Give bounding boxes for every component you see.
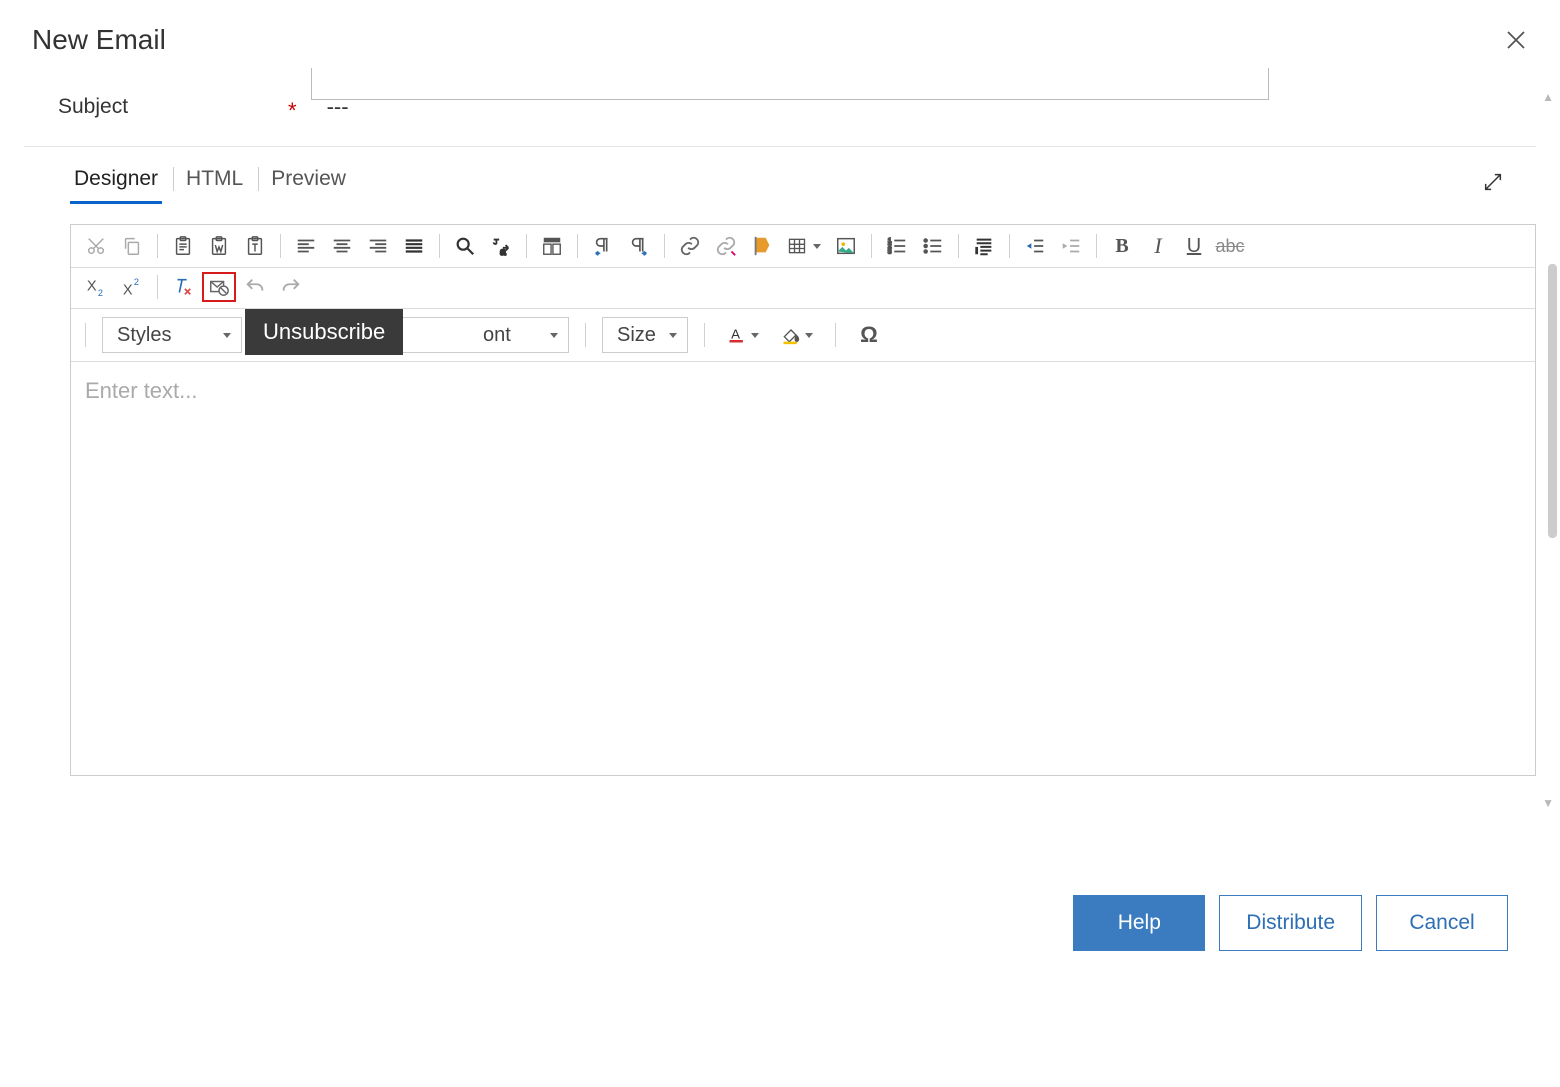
svg-text:X: X xyxy=(123,282,133,298)
underline-icon[interactable]: U xyxy=(1177,231,1211,261)
upper-field-border xyxy=(311,68,1269,100)
bulleted-list-icon[interactable] xyxy=(916,231,950,261)
special-char-icon[interactable]: Ω xyxy=(852,320,886,350)
link-icon[interactable] xyxy=(673,231,707,261)
svg-text:X: X xyxy=(87,279,97,295)
size-label: Size xyxy=(617,324,656,347)
numbered-list-icon[interactable]: 123 xyxy=(880,231,914,261)
styles-dropdown[interactable]: Styles xyxy=(102,317,242,353)
unsubscribe-icon[interactable] xyxy=(202,272,236,302)
rtl-icon[interactable] xyxy=(622,231,656,261)
align-justify-icon[interactable] xyxy=(397,231,431,261)
strikethrough-icon[interactable]: abc xyxy=(1213,231,1247,261)
unsubscribe-tooltip: Unsubscribe xyxy=(245,309,403,355)
cancel-button[interactable]: Cancel xyxy=(1376,895,1508,951)
subject-label: Subject xyxy=(58,95,288,119)
svg-text:3: 3 xyxy=(888,248,892,255)
font-label-fragment: ont xyxy=(483,324,511,347)
replace-icon[interactable]: a xyxy=(484,231,518,261)
blockquote-icon[interactable] xyxy=(967,231,1001,261)
templates-icon[interactable] xyxy=(535,231,569,261)
scroll-down-arrow[interactable]: ▼ xyxy=(1542,796,1554,810)
align-center-icon[interactable] xyxy=(325,231,359,261)
anchor-icon[interactable] xyxy=(745,231,779,261)
copy-icon[interactable] xyxy=(115,231,149,261)
tab-designer[interactable]: Designer xyxy=(70,159,162,204)
bg-color-dropdown[interactable] xyxy=(775,325,819,345)
subscript-icon[interactable]: X2 xyxy=(79,272,113,302)
svg-text:2: 2 xyxy=(98,288,103,298)
paste-word-icon[interactable] xyxy=(202,231,236,261)
editor-frame: a 123 B I U abc X2 X2 xyxy=(70,224,1536,776)
paste-text-icon[interactable] xyxy=(238,231,272,261)
styles-label: Styles xyxy=(117,324,171,347)
size-dropdown[interactable]: Size xyxy=(602,317,688,353)
svg-text:2: 2 xyxy=(134,277,139,287)
scroll-up-arrow[interactable]: ▲ xyxy=(1542,90,1554,104)
table-dropdown[interactable] xyxy=(781,236,827,256)
text-color-dropdown[interactable]: A xyxy=(721,325,765,345)
page-title: New Email xyxy=(32,24,166,56)
indent-icon[interactable] xyxy=(1018,231,1052,261)
paste-icon[interactable] xyxy=(166,231,200,261)
undo-icon[interactable] xyxy=(238,272,272,302)
editor-body[interactable]: Enter text... xyxy=(71,362,1535,775)
expand-icon[interactable] xyxy=(1482,171,1504,193)
help-button[interactable]: Help xyxy=(1073,895,1205,951)
unlink-icon[interactable] xyxy=(709,231,743,261)
italic-icon[interactable]: I xyxy=(1141,231,1175,261)
outdent-icon[interactable] xyxy=(1054,231,1088,261)
align-left-icon[interactable] xyxy=(289,231,323,261)
font-dropdown[interactable]: F ont xyxy=(375,317,569,353)
cut-icon[interactable] xyxy=(79,231,113,261)
image-icon[interactable] xyxy=(829,231,863,261)
redo-icon[interactable] xyxy=(274,272,308,302)
ltr-icon[interactable] xyxy=(586,231,620,261)
tab-preview[interactable]: Preview xyxy=(267,159,350,204)
editor-tabs: Designer HTML Preview xyxy=(70,159,370,204)
editor-placeholder: Enter text... xyxy=(85,378,198,403)
superscript-icon[interactable]: X2 xyxy=(115,272,149,302)
align-right-icon[interactable] xyxy=(361,231,395,261)
remove-format-icon[interactable] xyxy=(166,272,200,302)
scrollbar-thumb[interactable] xyxy=(1548,264,1557,538)
svg-text:A: A xyxy=(731,326,740,341)
distribute-button[interactable]: Distribute xyxy=(1219,895,1362,951)
find-icon[interactable] xyxy=(448,231,482,261)
close-icon[interactable] xyxy=(1504,28,1528,52)
bold-icon[interactable]: B xyxy=(1105,231,1139,261)
svg-text:a: a xyxy=(500,247,506,257)
required-asterisk: * xyxy=(288,98,297,124)
tab-html[interactable]: HTML xyxy=(182,159,247,204)
